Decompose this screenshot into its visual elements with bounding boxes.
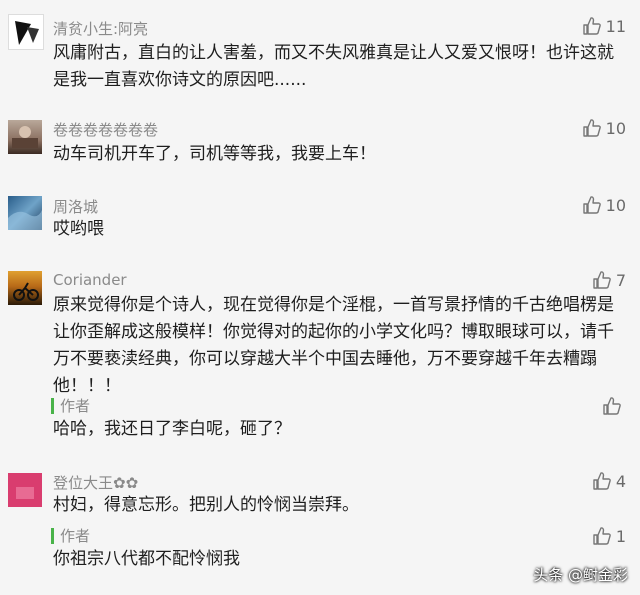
reply-text: 哈哈，我还日了李白呢，砸了？ [53, 419, 291, 439]
reply-like-button[interactable] [602, 396, 626, 416]
avatar[interactable] [8, 120, 42, 154]
thumbs-up-icon [582, 16, 602, 36]
comment-username[interactable]: 清贫小生:阿亮 [53, 18, 148, 39]
like-button[interactable]: 10 [582, 118, 626, 138]
thumbs-up-icon [592, 471, 612, 491]
thumbs-up-icon [602, 396, 622, 416]
comment-item: 周洛城 10 哎哟喂 [0, 190, 640, 262]
like-count: 10 [605, 195, 626, 215]
thumbs-up-icon [582, 118, 602, 138]
comment-text: 哎哟喂 [53, 219, 104, 239]
comment-item: 清贫小生:阿亮 11 风庸附古，直白的让人害羞，而又不失风雅真是让人又爱又恨呀！… [0, 0, 640, 110]
comment-username[interactable]: 卷卷卷卷卷卷卷 [53, 119, 158, 140]
like-button[interactable]: 4 [592, 471, 626, 491]
like-button[interactable]: 11 [582, 16, 626, 36]
reply-text: 你祖宗八代都不配怜悯我 [53, 549, 240, 569]
like-count: 7 [615, 270, 626, 290]
watermark: 头条 @鲥金彩 [533, 566, 628, 584]
like-count: 10 [605, 118, 626, 138]
comment-text: 动车司机开车了，司机等等我，我要上车！ [53, 144, 376, 164]
thumbs-up-icon [592, 526, 612, 546]
comment-username[interactable]: 周洛城 [53, 196, 98, 217]
reply-like-button[interactable]: 1 [592, 526, 626, 546]
avatar[interactable] [8, 473, 42, 507]
comment-text: 村妇，得意忘形。把别人的怜悯当崇拜。 [53, 495, 359, 515]
reply-like-count: 1 [615, 526, 626, 546]
comment-username[interactable]: 登位大王✿✿ [53, 472, 138, 493]
avatar[interactable] [8, 196, 42, 230]
author-tag: 作者 [51, 398, 90, 414]
avatar[interactable] [8, 14, 44, 50]
comment-item: Coriander 7 原来觉得你是个诗人，现在觉得你是个淫棍，一首写景抒情的千… [0, 262, 640, 462]
author-tag: 作者 [51, 528, 90, 544]
comment-item: 卷卷卷卷卷卷卷 10 动车司机开车了，司机等等我，我要上车！ [0, 110, 640, 190]
like-count: 11 [605, 16, 626, 36]
like-button[interactable]: 10 [582, 195, 626, 215]
comment-username[interactable]: Coriander [53, 271, 127, 289]
like-button[interactable]: 7 [592, 270, 626, 290]
comment-text: 风庸附古，直白的让人害羞，而又不失风雅真是让人又爱又恨呀！也许这就是我一直喜欢你… [53, 43, 614, 90]
thumbs-up-icon [582, 195, 602, 215]
avatar[interactable] [8, 271, 42, 305]
like-count: 4 [615, 471, 626, 491]
comment-text: 原来觉得你是个诗人，现在觉得你是个淫棍，一首写景抒情的千古绝唱楞是让你歪解成这般… [53, 295, 614, 396]
thumbs-up-icon [592, 270, 612, 290]
